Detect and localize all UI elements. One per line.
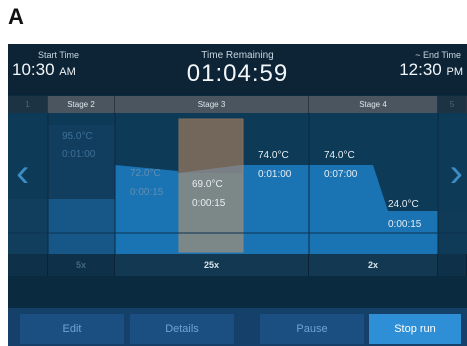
step-1-temp: 95.0°C <box>62 131 93 142</box>
details-button[interactable]: Details <box>130 314 234 344</box>
step-2-time: 0:00:15 <box>130 187 164 198</box>
step-3-time: 0:00:15 <box>192 198 226 209</box>
figure-label: A <box>8 4 24 29</box>
cycle-stage-4: 2x <box>309 254 438 276</box>
time-remaining-value: 01:04:59 <box>186 60 289 87</box>
chevron-right-icon[interactable]: › <box>450 153 463 193</box>
tab-stage-4[interactable]: Stage 4 <box>309 96 438 113</box>
time-remaining: Time Remaining 01:04:59 <box>8 44 467 88</box>
cycle-stage-3: 25x <box>115 254 309 276</box>
run-header: Start Time 10:30 AM Time Remaining 01:04… <box>8 44 467 95</box>
tab-stage-2[interactable]: Stage 2 <box>48 96 115 113</box>
pause-button[interactable]: Pause <box>260 314 364 344</box>
instrument-screen: Start Time 10:30 AM Time Remaining 01:04… <box>8 44 467 346</box>
step-4-time: 0:01:00 <box>258 169 292 180</box>
end-time: 12:30 PM <box>399 60 463 80</box>
step-5-temp: 74.0°C <box>324 150 355 161</box>
step-5-time: 0:07:00 <box>324 169 358 180</box>
step-3-temp: 69.0°C <box>192 179 223 190</box>
cycle-stage-2: 5x <box>48 254 115 276</box>
step-1-time: 0:01:00 <box>62 149 96 160</box>
step-6-temp: 24.0°C <box>388 199 419 210</box>
profile-area-stage-2-lower <box>48 199 115 254</box>
chevron-left-icon[interactable]: ‹ <box>16 153 29 193</box>
step-2-temp: 72.0°C <box>130 168 161 179</box>
cycle-stage-5 <box>438 254 467 276</box>
end-time-ampm: PM <box>446 66 464 78</box>
tab-stage-1[interactable]: 1 <box>8 96 48 113</box>
cycle-stage-1 <box>8 254 48 276</box>
end-time-value: 12:30 <box>399 60 442 79</box>
step-6-time: 0:00:15 <box>388 219 422 230</box>
stage-tabs: 1 Stage 2 Stage 3 Stage 4 5 <box>8 96 467 113</box>
cycle-counts: 5x 25x 2x <box>8 254 467 276</box>
stop-run-button[interactable]: Stop run <box>369 314 461 344</box>
edit-button[interactable]: Edit <box>20 314 124 344</box>
thermal-profile: ‹ › 95.0°C 0:01:00 72.0°C 0:00:15 69.0°C… <box>8 113 467 254</box>
action-bar: Edit Details Pause Stop run <box>8 308 467 346</box>
tab-stage-3[interactable]: Stage 3 <box>115 96 309 113</box>
end-time-caption: ~ End Time <box>415 50 461 60</box>
tab-stage-5[interactable]: 5 <box>438 96 467 113</box>
step-4-temp: 74.0°C <box>258 150 289 161</box>
